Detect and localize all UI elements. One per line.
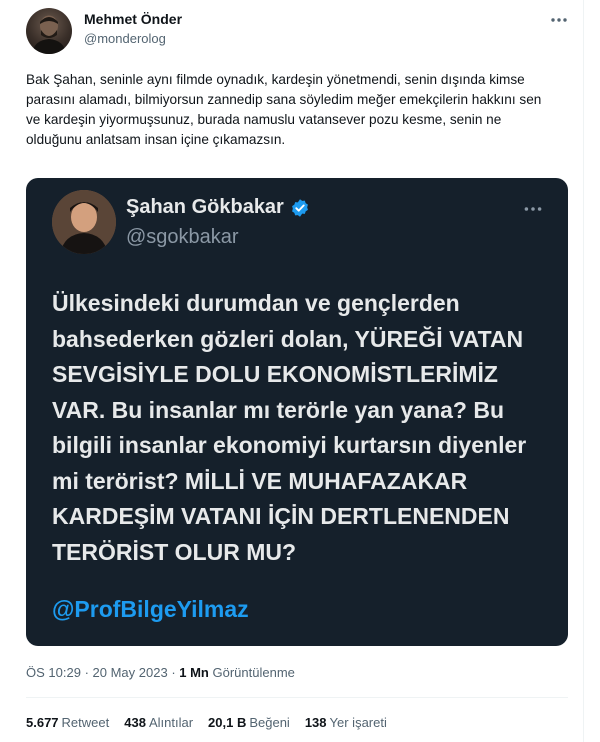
quoted-mention-link: @ProfBilgeYilmaz xyxy=(52,596,249,622)
quotes-label: Alıntılar xyxy=(148,715,194,730)
quoted-author-name: Şahan Gökbakar xyxy=(126,196,284,218)
tweet-meta: ÖS 10:29 · 20 May 2023 · 1 Mn Görüntülen… xyxy=(26,665,295,680)
tweet-time[interactable]: ÖS 10:29 xyxy=(26,665,81,680)
meta-separator: · xyxy=(84,665,93,680)
likes-label: Beğeni xyxy=(249,715,290,730)
bookmarks-stat[interactable]: 138 Yer işareti xyxy=(305,715,387,730)
retweets-label: Retweet xyxy=(61,715,110,730)
quoted-more-options xyxy=(522,198,544,225)
author-handle[interactable]: @monderolog xyxy=(84,31,166,46)
quoted-tweet-image[interactable]: Şahan Gökbakar @sgokbakar Ülkesindeki du… xyxy=(26,178,568,646)
likes-count: 20,1 B xyxy=(208,715,247,730)
more-horizontal-icon xyxy=(524,207,542,211)
bookmarks-count: 138 xyxy=(304,715,327,730)
author-name[interactable]: Mehmet Önder xyxy=(84,11,182,27)
verified-badge-icon xyxy=(291,198,308,217)
retweets-stat[interactable]: 5.677 Retweet xyxy=(26,715,109,730)
more-horizontal-icon xyxy=(551,18,567,22)
tweet-text: Bak Şahan, seninle aynı filmde oynadık, … xyxy=(26,72,542,147)
quotes-count: 438 xyxy=(124,715,146,730)
divider xyxy=(26,697,568,698)
bookmarks-label: Yer işareti xyxy=(329,715,387,730)
quotes-stat[interactable]: 438 Alıntılar xyxy=(124,715,193,730)
quoted-author-handle: @sgokbakar xyxy=(126,226,239,248)
views-count: 1 Mn xyxy=(179,665,209,680)
quoted-avatar-image xyxy=(52,190,116,254)
more-options-button[interactable] xyxy=(546,10,572,36)
engagement-stats: 5.677 Retweet 438 Alıntılar 20,1 B Beğeni 1… xyxy=(26,715,402,730)
quoted-author-avatar xyxy=(52,190,116,254)
author-avatar[interactable] xyxy=(26,8,72,54)
likes-stat[interactable]: 20,1 B Beğeni xyxy=(208,715,290,730)
quoted-name-row: Şahan Gökbakar xyxy=(126,196,310,219)
tweet: Mehmet Önder @monderolog Bak Şahan, seni… xyxy=(0,0,584,742)
author-avatar-image xyxy=(32,15,66,54)
tweet-date[interactable]: 20 May 2023 xyxy=(93,665,168,680)
quoted-tweet-text: Ülkesindeki durumdan ve gençlerden bahse… xyxy=(52,290,527,565)
retweets-count: 5.677 xyxy=(26,715,59,730)
views-label: Görüntülenme xyxy=(212,665,295,680)
